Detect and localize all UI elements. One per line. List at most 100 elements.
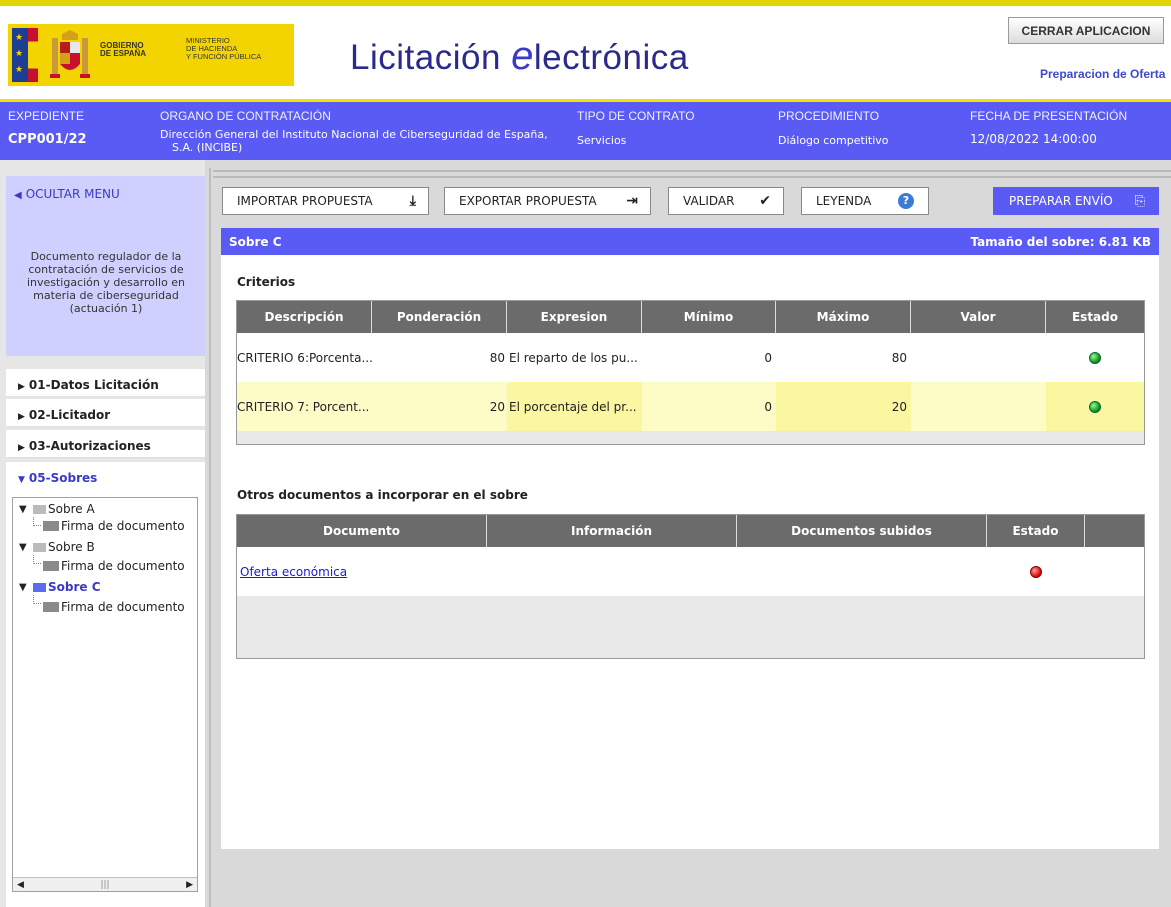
sidebar-item-licitador[interactable]: ▶ 02-Licitador	[6, 399, 206, 427]
tree-node-sobre-b[interactable]: ▼ Sobre B	[19, 539, 95, 555]
column-header[interactable]: Información	[487, 515, 737, 547]
legend-label: LEYENDA	[816, 194, 872, 208]
cell-ponderacion: 80	[489, 350, 505, 365]
government-logo: ★ ★ ★ GOBIERNO DE ESPAÑA MINISTERIO DE H…	[8, 24, 294, 86]
tipo-value: Servicios	[577, 134, 627, 147]
cell-estado	[987, 547, 1085, 596]
scroll-left-icon[interactable]: ◀	[17, 880, 24, 890]
tree-node-sobre-c[interactable]: ▼ Sobre C	[19, 579, 101, 595]
tree-node-sobre-a[interactable]: ▼ Sobre A	[19, 501, 95, 517]
tree-node-firma-b[interactable]: Firma de documento	[43, 558, 185, 574]
folder-icon	[43, 561, 59, 571]
legend-button[interactable]: LEYENDA ?	[801, 187, 929, 215]
expediente-block: EXPEDIENTE CPP001/22	[8, 109, 87, 146]
table-row[interactable]: Oferta económica	[237, 547, 1144, 596]
fecha-label: FECHA DE PRESENTACIÓN	[970, 109, 1128, 123]
folder-icon	[43, 521, 59, 531]
document-link[interactable]: Oferta económica	[240, 565, 347, 579]
cell-maximo: 80	[891, 350, 907, 365]
sidebar-item-autorizaciones[interactable]: ▶ 03-Autorizaciones	[6, 430, 206, 458]
column-header[interactable]: Documento	[237, 515, 487, 547]
eu-flag-icon: ★ ★ ★	[12, 28, 28, 82]
caret-right-icon: ▶	[18, 382, 25, 392]
cell-maximo: 20	[776, 382, 911, 431]
cell-descripcion: CRITERIO 6:Porcenta...	[237, 350, 372, 365]
title-e-logo: e	[511, 34, 534, 78]
cell-informacion	[487, 547, 737, 596]
column-header[interactable]: Valor	[911, 301, 1046, 333]
prepare-send-label: PREPARAR ENVÍO	[1009, 194, 1113, 208]
app-title: Licitación electrónica	[350, 34, 689, 79]
caret-down-icon[interactable]: ▼	[19, 582, 33, 593]
procedimiento-value: Diálogo competitivo	[778, 134, 889, 147]
cell-documento: Oferta económica	[237, 547, 487, 596]
status-ok-icon	[1089, 351, 1101, 364]
column-header[interactable]: Estado	[987, 515, 1085, 547]
tree-horizontal-scrollbar[interactable]: ◀ ||| ▶	[13, 877, 197, 891]
tree-node-label: Sobre B	[48, 540, 95, 554]
ministry-label: MINISTERIO DE HACIENDA Y FUNCIÓN PÚBLICA	[186, 37, 261, 61]
envelope-icon	[33, 542, 46, 552]
tree-node-label: Sobre C	[48, 580, 101, 594]
caret-down-icon[interactable]: ▼	[19, 504, 33, 515]
scroll-thumb-icon[interactable]: |||	[100, 880, 109, 890]
cell-minimo: 0	[764, 399, 772, 414]
prepare-send-button[interactable]: PREPARAR ENVÍO ⎘	[993, 187, 1159, 215]
status-error-icon	[1030, 565, 1042, 578]
document-description: Documento regulador de la contratación d…	[6, 208, 206, 356]
split-pane-divider[interactable]	[209, 168, 211, 907]
column-header[interactable]: Documentos subidos	[737, 515, 987, 547]
sobre-size: Tamaño del sobre: 6.81 KB	[970, 235, 1151, 249]
expediente-info-bar: EXPEDIENTE CPP001/22 ORGANO DE CONTRATAC…	[0, 102, 1171, 160]
envelope-icon	[33, 582, 46, 592]
cell-subidos	[737, 547, 987, 596]
close-application-button[interactable]: CERRAR APLICACION	[1008, 17, 1164, 44]
caret-right-icon: ▶	[18, 443, 25, 453]
sidebar-item-label: 05-Sobres	[28, 471, 98, 485]
import-proposal-button[interactable]: IMPORTAR PROPUESTA ⤓	[222, 187, 429, 215]
fecha-value: 12/08/2022 14:00:00	[970, 132, 1097, 146]
fecha-block: FECHA DE PRESENTACIÓN 12/08/2022 14:00:0…	[970, 109, 1127, 146]
organo-block: ORGANO DE CONTRATACIÓN Dirección General…	[160, 109, 548, 154]
column-header[interactable]: Descripción	[237, 301, 372, 333]
table-row[interactable]: CRITERIO 6:Porcenta... 80 El reparto de …	[237, 333, 1144, 382]
tree-node-firma-a[interactable]: Firma de documento	[43, 518, 185, 534]
criterios-table: Descripción Ponderación Expresion Mínimo…	[236, 300, 1145, 445]
cell-valor[interactable]	[911, 333, 1046, 382]
tree-node-label: Firma de documento	[61, 559, 185, 573]
tree-node-label: Firma de documento	[61, 519, 185, 533]
caret-down-icon[interactable]: ▼	[19, 542, 33, 553]
cell-expresion: El porcentaje del pr...	[507, 382, 642, 431]
scroll-right-icon[interactable]: ▶	[186, 880, 193, 890]
column-header[interactable]: Ponderación	[372, 301, 507, 333]
app-header: ★ ★ ★ GOBIERNO DE ESPAÑA MINISTERIO DE H…	[0, 6, 1171, 100]
tree-node-firma-c[interactable]: Firma de documento	[43, 599, 185, 615]
validate-button[interactable]: VALIDAR ✔	[668, 187, 784, 215]
otros-documentos-table: Documento Información Documentos subidos…	[236, 514, 1145, 659]
cell-descripcion: CRITERIO 7: Porcent...	[237, 399, 370, 414]
caret-down-icon: ▼	[18, 475, 25, 485]
sobre-header-bar: Sobre C Tamaño del sobre: 6.81 KB	[221, 228, 1159, 255]
cell-estado	[1046, 333, 1144, 382]
spain-flag-icon	[28, 28, 38, 82]
sidebar-item-sobres[interactable]: ▼ 05-Sobres	[6, 462, 206, 490]
gov-line-2: DE ESPAÑA	[100, 49, 147, 58]
sidebar-item-label: 02-Licitador	[28, 408, 111, 422]
validate-label: VALIDAR	[683, 194, 735, 208]
sidebar-item-datos-licitacion[interactable]: ▶ 01-Datos Licitación	[6, 369, 206, 397]
organo-value-line-2: S.A. (INCIBE)	[172, 141, 243, 154]
cell-valor[interactable]	[911, 382, 1046, 431]
column-header[interactable]: Mínimo	[642, 301, 776, 333]
column-header[interactable]: Expresion	[507, 301, 642, 333]
export-icon: ⇥	[626, 193, 638, 209]
hide-menu-button[interactable]: ◀ OCULTAR MENU	[6, 176, 206, 208]
table-row[interactable]: CRITERIO 7: Porcent... 20 El porcentaje …	[237, 382, 1144, 431]
sobre-title: Sobre C	[229, 235, 282, 249]
organo-label: ORGANO DE CONTRATACIÓN	[160, 109, 331, 123]
otros-header-row: Documento Información Documentos subidos…	[237, 515, 1144, 547]
column-header[interactable]: Estado	[1046, 301, 1144, 333]
export-proposal-button[interactable]: EXPORTAR PROPUESTA ⇥	[444, 187, 651, 215]
column-header[interactable]: Máximo	[776, 301, 911, 333]
cell-ponderacion: 20	[489, 399, 505, 414]
mode-label: Preparacion de Oferta	[1040, 67, 1166, 81]
